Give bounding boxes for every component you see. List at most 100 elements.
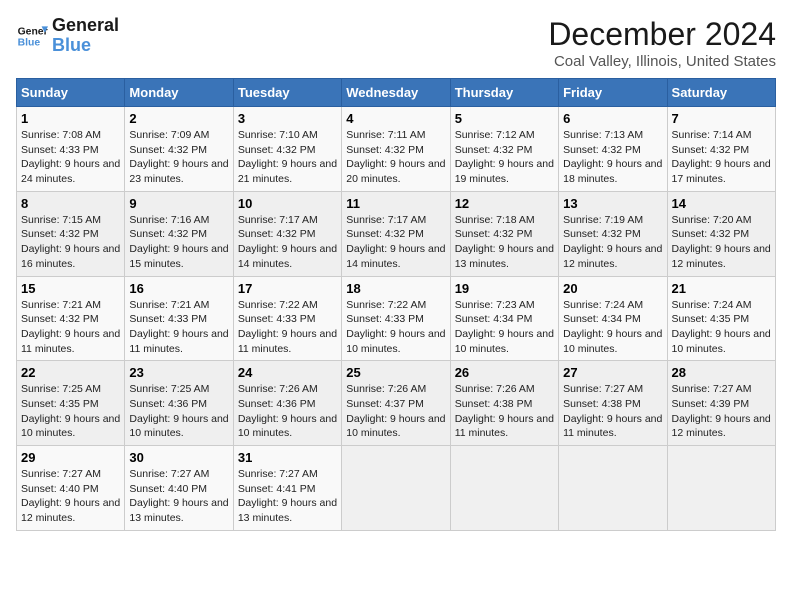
day-info: Sunrise: 7:23 AMSunset: 4:34 PMDaylight:… (455, 298, 554, 357)
day-info: Sunrise: 7:15 AMSunset: 4:32 PMDaylight:… (21, 213, 120, 272)
day-cell: 27 Sunrise: 7:27 AMSunset: 4:38 PMDayligh… (559, 361, 667, 446)
day-number: 30 (129, 450, 228, 465)
day-info: Sunrise: 7:27 AMSunset: 4:41 PMDaylight:… (238, 467, 337, 526)
day-info: Sunrise: 7:26 AMSunset: 4:38 PMDaylight:… (455, 382, 554, 441)
day-number: 23 (129, 365, 228, 380)
header: General Blue General Blue December 2024 … (16, 16, 776, 70)
day-number: 15 (21, 281, 120, 296)
day-info: Sunrise: 7:27 AMSunset: 4:39 PMDaylight:… (672, 382, 771, 441)
day-cell: 31 Sunrise: 7:27 AMSunset: 4:41 PMDayligh… (233, 446, 341, 531)
week-row-2: 8 Sunrise: 7:15 AMSunset: 4:32 PMDaylight… (17, 191, 776, 276)
day-info: Sunrise: 7:12 AMSunset: 4:32 PMDaylight:… (455, 128, 554, 187)
header-cell-sunday: Sunday (17, 79, 125, 107)
day-info: Sunrise: 7:17 AMSunset: 4:32 PMDaylight:… (346, 213, 445, 272)
day-cell: 10 Sunrise: 7:17 AMSunset: 4:32 PMDayligh… (233, 191, 341, 276)
day-cell: 23 Sunrise: 7:25 AMSunset: 4:36 PMDayligh… (125, 361, 233, 446)
day-number: 7 (672, 111, 771, 126)
day-number: 28 (672, 365, 771, 380)
day-cell: 12 Sunrise: 7:18 AMSunset: 4:32 PMDayligh… (450, 191, 558, 276)
day-info: Sunrise: 7:27 AMSunset: 4:38 PMDaylight:… (563, 382, 662, 441)
day-info: Sunrise: 7:24 AMSunset: 4:35 PMDaylight:… (672, 298, 771, 357)
day-number: 17 (238, 281, 337, 296)
day-number: 22 (21, 365, 120, 380)
day-info: Sunrise: 7:13 AMSunset: 4:32 PMDaylight:… (563, 128, 662, 187)
day-cell: 18 Sunrise: 7:22 AMSunset: 4:33 PMDayligh… (342, 276, 450, 361)
day-cell (559, 446, 667, 531)
day-info: Sunrise: 7:26 AMSunset: 4:37 PMDaylight:… (346, 382, 445, 441)
day-number: 12 (455, 196, 554, 211)
day-number: 6 (563, 111, 662, 126)
day-number: 10 (238, 196, 337, 211)
day-cell: 14Sunrise: 7:20 AMSunset: 4:32 PMDayligh… (667, 191, 775, 276)
day-info: Sunrise: 7:25 AMSunset: 4:36 PMDaylight:… (129, 382, 228, 441)
day-number: 3 (238, 111, 337, 126)
header-cell-tuesday: Tuesday (233, 79, 341, 107)
day-cell: 1 Sunrise: 7:08 AMSunset: 4:33 PMDaylight… (17, 107, 125, 192)
header-cell-friday: Friday (559, 79, 667, 107)
day-cell: 26 Sunrise: 7:26 AMSunset: 4:38 PMDayligh… (450, 361, 558, 446)
day-number: 31 (238, 450, 337, 465)
day-number: 16 (129, 281, 228, 296)
day-cell: 15Sunrise: 7:21 AMSunset: 4:32 PMDayligh… (17, 276, 125, 361)
day-info: Sunrise: 7:21 AMSunset: 4:33 PMDaylight:… (129, 298, 228, 357)
svg-text:Blue: Blue (18, 37, 41, 48)
day-info: Sunrise: 7:10 AMSunset: 4:32 PMDaylight:… (238, 128, 337, 187)
day-cell: 6 Sunrise: 7:13 AMSunset: 4:32 PMDaylight… (559, 107, 667, 192)
day-number: 26 (455, 365, 554, 380)
day-info: Sunrise: 7:26 AMSunset: 4:36 PMDaylight:… (238, 382, 337, 441)
day-info: Sunrise: 7:27 AMSunset: 4:40 PMDaylight:… (129, 467, 228, 526)
day-info: Sunrise: 7:18 AMSunset: 4:32 PMDaylight:… (455, 213, 554, 272)
day-number: 1 (21, 111, 120, 126)
week-row-1: 1 Sunrise: 7:08 AMSunset: 4:33 PMDaylight… (17, 107, 776, 192)
day-cell: 7 Sunrise: 7:14 AMSunset: 4:32 PMDaylight… (667, 107, 775, 192)
day-cell (667, 446, 775, 531)
day-cell: 19 Sunrise: 7:23 AMSunset: 4:34 PMDayligh… (450, 276, 558, 361)
day-cell: 28 Sunrise: 7:27 AMSunset: 4:39 PMDayligh… (667, 361, 775, 446)
day-number: 8 (21, 196, 120, 211)
day-number: 19 (455, 281, 554, 296)
week-row-5: 29Sunrise: 7:27 AMSunset: 4:40 PMDayligh… (17, 446, 776, 531)
day-info: Sunrise: 7:14 AMSunset: 4:32 PMDaylight:… (672, 128, 771, 187)
header-cell-thursday: Thursday (450, 79, 558, 107)
day-cell: 3 Sunrise: 7:10 AMSunset: 4:32 PMDaylight… (233, 107, 341, 192)
day-cell: 8 Sunrise: 7:15 AMSunset: 4:32 PMDaylight… (17, 191, 125, 276)
day-cell: 22 Sunrise: 7:25 AMSunset: 4:35 PMDayligh… (17, 361, 125, 446)
week-row-4: 22 Sunrise: 7:25 AMSunset: 4:35 PMDayligh… (17, 361, 776, 446)
day-info: Sunrise: 7:25 AMSunset: 4:35 PMDaylight:… (21, 382, 120, 441)
day-info: Sunrise: 7:27 AMSunset: 4:40 PMDaylight:… (21, 467, 120, 526)
day-info: Sunrise: 7:11 AMSunset: 4:32 PMDaylight:… (346, 128, 445, 187)
calendar-table: SundayMondayTuesdayWednesdayThursdayFrid… (16, 78, 776, 531)
day-cell (342, 446, 450, 531)
day-number: 21 (672, 281, 771, 296)
day-number: 27 (563, 365, 662, 380)
day-number: 4 (346, 111, 445, 126)
day-number: 13 (563, 196, 662, 211)
header-cell-monday: Monday (125, 79, 233, 107)
day-cell: 24Sunrise: 7:26 AMSunset: 4:36 PMDayligh… (233, 361, 341, 446)
day-number: 5 (455, 111, 554, 126)
header-cell-wednesday: Wednesday (342, 79, 450, 107)
day-info: Sunrise: 7:19 AMSunset: 4:32 PMDaylight:… (563, 213, 662, 272)
calendar-subtitle: Coal Valley, Illinois, United States (548, 53, 776, 70)
day-number: 18 (346, 281, 445, 296)
day-cell: 17Sunrise: 7:22 AMSunset: 4:33 PMDayligh… (233, 276, 341, 361)
header-row: SundayMondayTuesdayWednesdayThursdayFrid… (17, 79, 776, 107)
day-info: Sunrise: 7:08 AMSunset: 4:33 PMDaylight:… (21, 128, 120, 187)
day-number: 2 (129, 111, 228, 126)
day-number: 11 (346, 196, 445, 211)
day-cell: 9 Sunrise: 7:16 AMSunset: 4:32 PMDaylight… (125, 191, 233, 276)
day-info: Sunrise: 7:24 AMSunset: 4:34 PMDaylight:… (563, 298, 662, 357)
logo-icon: General Blue (16, 20, 48, 52)
day-cell: 30 Sunrise: 7:27 AMSunset: 4:40 PMDayligh… (125, 446, 233, 531)
logo-text: General Blue (52, 16, 119, 56)
day-cell: 20 Sunrise: 7:24 AMSunset: 4:34 PMDayligh… (559, 276, 667, 361)
day-cell (450, 446, 558, 531)
day-info: Sunrise: 7:16 AMSunset: 4:32 PMDaylight:… (129, 213, 228, 272)
day-number: 20 (563, 281, 662, 296)
week-row-3: 15Sunrise: 7:21 AMSunset: 4:32 PMDayligh… (17, 276, 776, 361)
day-number: 25 (346, 365, 445, 380)
day-info: Sunrise: 7:17 AMSunset: 4:32 PMDaylight:… (238, 213, 337, 272)
day-cell: 5 Sunrise: 7:12 AMSunset: 4:32 PMDaylight… (450, 107, 558, 192)
day-info: Sunrise: 7:22 AMSunset: 4:33 PMDaylight:… (346, 298, 445, 357)
day-number: 9 (129, 196, 228, 211)
